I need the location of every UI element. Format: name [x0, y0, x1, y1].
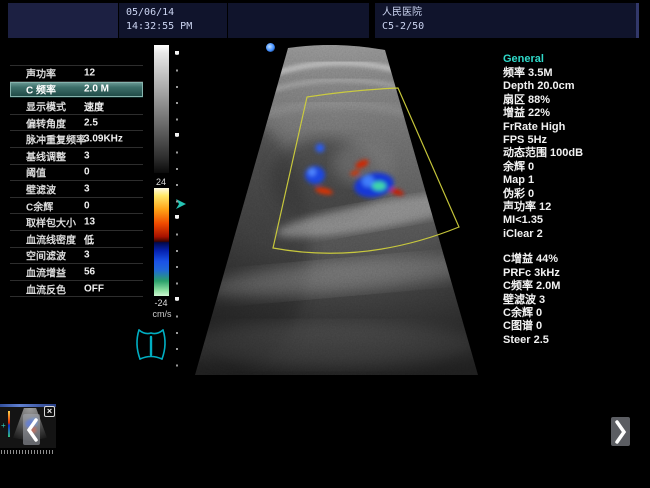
param-row-color-invert[interactable]: 血流反色 OFF	[10, 281, 143, 298]
param-value: 低	[84, 231, 94, 246]
readout-steer: Steer 2.5	[503, 334, 648, 347]
readout-mi: MI<1.35	[503, 214, 648, 227]
readout-map: Map 1	[503, 174, 648, 187]
readout-gain: 增益 22%	[503, 107, 648, 120]
chevron-right-icon	[615, 420, 627, 444]
readout-c-persistence: C余辉 0	[503, 307, 648, 320]
readout-dynamic-range: 动态范围 100dB	[503, 147, 648, 160]
param-row-display-mode[interactable]: 显示模式 速度	[10, 98, 143, 115]
doppler-colorbar	[154, 188, 169, 296]
param-value: 2.0 M	[84, 84, 109, 95]
param-row-line-density[interactable]: 血流线密度 低	[10, 231, 143, 248]
velocity-min-label: -24	[147, 298, 175, 308]
param-value: 3	[84, 183, 90, 194]
param-label: 取样包大小	[26, 215, 76, 230]
hospital-name: 人民医院	[382, 6, 636, 20]
thumbnail-marker-icon: +	[1, 422, 6, 430]
readout-iclear: iClear 2	[503, 228, 648, 241]
param-row-steer-angle[interactable]: 偏转角度 2.5	[10, 115, 143, 132]
parameter-panel: 声功率 12 C 频率 2.0 M 显示模式 速度 偏转角度 2.5 脉冲重复频…	[10, 65, 143, 297]
param-value: 56	[84, 266, 95, 277]
thumbnail-colorbar	[8, 411, 10, 437]
param-label: 阈值	[26, 165, 46, 180]
ultrasound-screen: 05/06/14 14:32:55 PM 人民医院 C5-2/50 声功率 12…	[0, 0, 650, 488]
readout-fps: FPS 5Hz	[503, 134, 648, 147]
close-icon[interactable]: ×	[44, 406, 55, 417]
param-row-packet-size[interactable]: 取样包大小 13	[10, 214, 143, 231]
probe-model: C5-2/50	[382, 20, 636, 34]
ultrasound-image[interactable]	[185, 45, 487, 375]
focus-marker-icon	[266, 43, 275, 52]
readout-frame-rate: FrRate High	[503, 121, 648, 134]
param-row-c-frequency[interactable]: C 频率 2.0 M	[10, 82, 143, 99]
param-row-prf[interactable]: 脉冲重复频率 3.09KHz	[10, 131, 143, 148]
param-value: 3	[84, 150, 90, 161]
thumbnail-caption	[1, 450, 55, 454]
status-box-empty	[228, 3, 369, 38]
readout-frequency: 频率 3.5M	[503, 67, 648, 80]
param-value: 2.5	[84, 117, 98, 128]
readout-header: General	[503, 52, 648, 66]
param-value: 3	[84, 250, 90, 261]
param-value: 3.09KHz	[84, 134, 123, 145]
body-marker-icon[interactable]	[131, 323, 171, 370]
status-box-datetime: 05/06/14 14:32:55 PM	[119, 3, 227, 38]
param-label: C 频率	[26, 82, 56, 97]
param-label: 脉冲重复频率	[26, 132, 86, 147]
param-row-color-gain[interactable]: 血流增益 56	[10, 264, 143, 281]
param-label: 空间滤波	[26, 248, 66, 263]
thumbnails-next-button[interactable]	[611, 417, 630, 446]
param-row-threshold[interactable]: 阈值 0	[10, 165, 143, 182]
param-value: OFF	[84, 283, 104, 294]
readout-wall-filter: 壁滤波 3	[503, 294, 648, 307]
param-row-acoustic-power[interactable]: 声功率 12	[10, 65, 143, 82]
param-label: 声功率	[26, 66, 56, 81]
param-row-wall-filter[interactable]: 壁滤波 3	[10, 181, 143, 198]
param-value: 0	[84, 200, 90, 211]
readout-prfc: PRFc 3kHz	[503, 267, 648, 280]
readout-c-frequency: C频率 2.0M	[503, 280, 648, 293]
param-row-baseline[interactable]: 基线调整 3	[10, 148, 143, 165]
param-label: 基线调整	[26, 148, 66, 163]
param-row-c-persistence[interactable]: C余辉 0	[10, 198, 143, 215]
param-row-spatial-filter[interactable]: 空间滤波 3	[10, 248, 143, 265]
chevron-left-icon	[26, 418, 38, 442]
ruler-major-ticks	[175, 51, 179, 367]
readout-sector: 扇区 88%	[503, 94, 648, 107]
param-label: 壁滤波	[26, 181, 56, 196]
param-label: 血流增益	[26, 264, 66, 279]
param-label: 血流线密度	[26, 231, 76, 246]
readout-depth: Depth 20.0cm	[503, 80, 648, 93]
thumbnails-prev-button[interactable]	[23, 414, 40, 445]
param-value: 12	[84, 68, 95, 79]
status-box-hospital: 人民医院 C5-2/50	[375, 3, 639, 38]
readout-c-map: C图谱 0	[503, 320, 648, 333]
readout-c-gain: C增益 44%	[503, 253, 648, 266]
param-value: 13	[84, 217, 95, 228]
readout-chroma: 伪彩 0	[503, 188, 648, 201]
status-box-patient	[8, 3, 118, 38]
time-text: 14:32:55 PM	[126, 20, 227, 34]
param-label: 血流反色	[26, 281, 66, 296]
velocity-max-label: 24	[149, 177, 173, 187]
param-value: 速度	[84, 98, 104, 113]
param-label: 偏转角度	[26, 115, 66, 130]
readout-persistence: 余辉 0	[503, 161, 648, 174]
param-label: C余辉	[26, 198, 53, 213]
date-text: 05/06/14	[126, 6, 227, 20]
readout-acoustic-power: 声功率 12	[503, 201, 648, 214]
readout-panel: General 频率 3.5M Depth 20.0cm 扇区 88% 增益 2…	[503, 52, 648, 347]
param-value: 0	[84, 167, 90, 178]
grayscale-bar	[154, 45, 169, 173]
velocity-unit-label: cm/s	[147, 309, 177, 319]
depth-ruler	[174, 51, 179, 367]
param-label: 显示模式	[26, 98, 66, 113]
